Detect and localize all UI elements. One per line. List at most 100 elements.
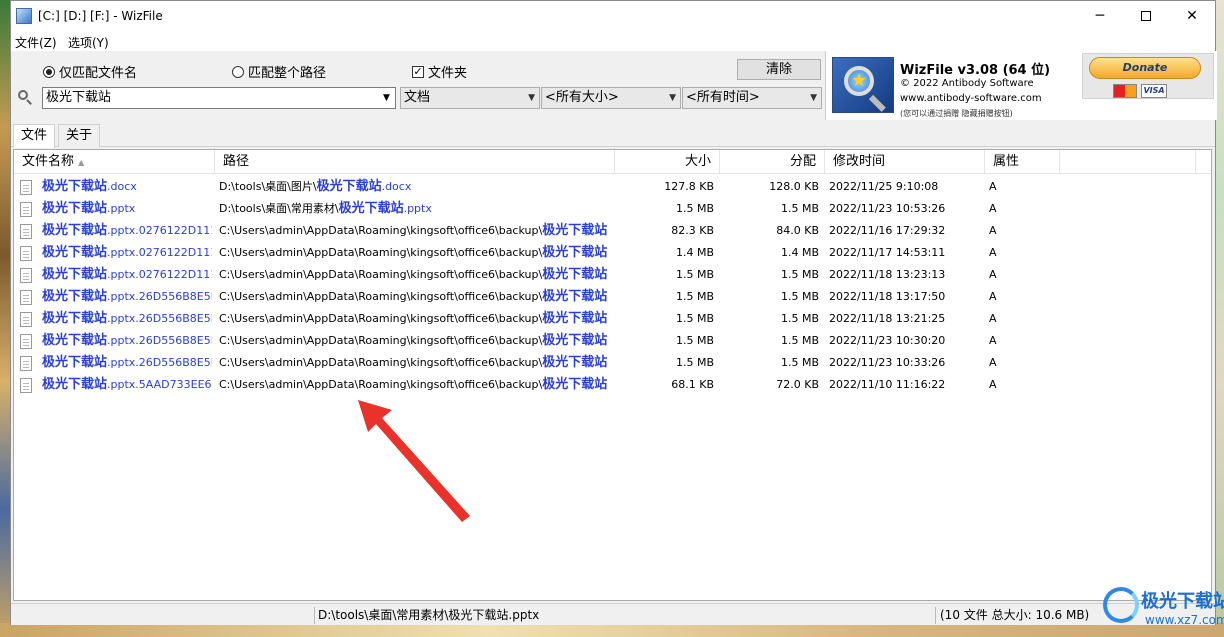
copyright-text: © 2022 Antibody Software: [900, 78, 1034, 89]
list-header: 文件名称 ▲ 路径 大小 分配 修改时间 属性: [14, 150, 1211, 174]
watermark-logo-icon: [1103, 587, 1139, 623]
donate-area: Donate VISA: [1082, 53, 1214, 99]
row-attr: A: [989, 224, 997, 237]
donate-button[interactable]: Donate: [1089, 57, 1201, 79]
row-size: 1.5 MB: [675, 312, 714, 325]
search-panel: 仅匹配文件名 匹配整个路径 ✓ 文件夹 清除 极光下载站 ▼ 文档 ▼ <所有大…: [11, 51, 824, 120]
row-modified: 2022/11/16 17:29:32: [829, 224, 946, 237]
type-filter-value: 文档: [404, 90, 431, 105]
row-name: 极光下载站.pptx.0276122D111: [42, 267, 212, 282]
document-icon: [20, 202, 32, 217]
maximize-button[interactable]: [1123, 1, 1169, 32]
row-path: D:\tools\桌面\常用素材\极光下载站.pptx: [219, 201, 432, 216]
time-filter-value: <所有时间>: [686, 90, 760, 105]
title-bar[interactable]: [C:] [D:] [F:] - WizFile ─ ✕: [11, 1, 1215, 32]
clear-button[interactable]: 清除: [737, 59, 821, 80]
row-name: 极光下载站.pptx.26D556B8E5E: [42, 355, 212, 370]
table-row[interactable]: 极光下载站.docx D:\tools\桌面\图片\极光下载站.docx 127.8…: [14, 176, 1211, 198]
time-filter-select[interactable]: <所有时间> ▼: [682, 87, 822, 109]
results-list[interactable]: 文件名称 ▲ 路径 大小 分配 修改时间 属性 极光下载站.docx D:\too…: [13, 149, 1212, 601]
checkmark-icon: ✓: [412, 64, 424, 78]
column-modified-header[interactable]: 修改时间: [825, 150, 985, 174]
column-alloc-header[interactable]: 分配: [720, 150, 825, 174]
column-name-header[interactable]: 文件名称 ▲: [14, 150, 215, 174]
watermark: 极光下载站 www.xz7.com: [1103, 583, 1224, 633]
column-filler-header: [1060, 150, 1196, 174]
table-row[interactable]: 极光下载站.pptx.26D556B8E5E C:\Users\admin\App…: [14, 286, 1211, 308]
folders-label: 文件夹: [428, 66, 468, 81]
table-row[interactable]: 极光下载站.pptx.26D556B8E5E C:\Users\admin\App…: [14, 330, 1211, 352]
row-name: 极光下载站.pptx.26D556B8E5E: [42, 289, 212, 304]
document-icon: [20, 378, 32, 393]
column-attr-header[interactable]: 属性: [985, 150, 1060, 174]
type-filter-select[interactable]: 文档 ▼: [400, 87, 540, 109]
menu-bar: 文件(Z) 选项(Y): [11, 32, 1215, 51]
chevron-down-icon: ▼: [528, 93, 535, 103]
sort-ascending-icon: ▲: [78, 158, 85, 167]
wizfile-logo-icon: ★: [832, 57, 894, 113]
row-alloc: 1.4 MB: [780, 246, 819, 259]
row-alloc: 84.0 KB: [776, 224, 819, 237]
search-input[interactable]: 极光下载站: [42, 87, 379, 109]
row-modified: 2022/11/23 10:53:26: [829, 202, 946, 215]
column-path-header[interactable]: 路径: [215, 150, 615, 174]
window-title: [C:] [D:] [F:] - WizFile: [38, 9, 163, 23]
row-alloc: 1.5 MB: [780, 334, 819, 347]
chevron-down-icon: ▼: [810, 93, 817, 103]
row-modified: 2022/11/10 11:16:22: [829, 378, 946, 391]
match-path-radio[interactable]: 匹配整个路径: [232, 62, 326, 81]
document-icon: [20, 246, 32, 261]
row-path: C:\Users\admin\AppData\Roaming\kingsoft\…: [219, 267, 608, 282]
row-size: 1.5 MB: [675, 356, 714, 369]
donate-note: (您可以通过捐赠 隐藏捐赠按钮): [900, 109, 1013, 118]
table-row[interactable]: 极光下载站.pptx.0276122D111 C:\Users\admin\App…: [14, 242, 1211, 264]
row-attr: A: [989, 246, 997, 259]
row-attr: A: [989, 290, 997, 303]
info-panel: ★ WizFile v3.08 (64 位) © 2022 Antibody S…: [825, 51, 1217, 120]
table-row[interactable]: 极光下载站.pptx.0276122D111 C:\Users\admin\App…: [14, 220, 1211, 242]
table-row[interactable]: 极光下载站.pptx.5AAD733EE6 C:\Users\admin\AppD…: [14, 374, 1211, 396]
visa-icon: VISA: [1141, 84, 1167, 98]
menu-file[interactable]: 文件(Z): [15, 34, 57, 51]
document-icon: [20, 356, 32, 371]
table-row[interactable]: 极光下载站.pptx D:\tools\桌面\常用素材\极光下载站.pptx 1.5…: [14, 198, 1211, 220]
maximize-icon: [1141, 11, 1151, 21]
row-path: C:\Users\admin\AppData\Roaming\kingsoft\…: [219, 245, 608, 260]
match-filename-label: 仅匹配文件名: [59, 66, 138, 81]
tab-bar: 文件 关于: [11, 120, 1215, 148]
minimize-button[interactable]: ─: [1077, 1, 1123, 32]
search-history-dropdown[interactable]: ▼: [378, 87, 396, 109]
size-filter-select[interactable]: <所有大小> ▼: [541, 87, 681, 109]
row-name: 极光下载站.pptx: [42, 201, 136, 216]
row-alloc: 1.5 MB: [780, 268, 819, 281]
column-size-header[interactable]: 大小: [615, 150, 720, 174]
menu-options[interactable]: 选项(Y): [68, 34, 109, 51]
close-button[interactable]: ✕: [1169, 1, 1215, 32]
watermark-name: 极光下载站: [1141, 591, 1224, 612]
row-name: 极光下载站.pptx.5AAD733EE6: [42, 377, 212, 392]
app-version-title: WizFile v3.08 (64 位): [900, 63, 1051, 78]
table-row[interactable]: 极光下载站.pptx.26D556B8E5E C:\Users\admin\App…: [14, 352, 1211, 374]
tab-about[interactable]: 关于: [58, 124, 101, 147]
status-bar: D:\tools\桌面\常用素材\极光下载站.pptx (10 文件 总大小: …: [11, 603, 1215, 625]
match-filename-radio[interactable]: 仅匹配文件名: [43, 62, 137, 81]
document-icon: [20, 224, 32, 239]
desktop-background-bottom: [0, 623, 1224, 637]
document-icon: [20, 268, 32, 283]
row-attr: A: [989, 378, 997, 391]
chevron-down-icon: ▼: [383, 93, 390, 103]
row-modified: 2022/11/23 10:30:20: [829, 334, 946, 347]
desktop-background-right: [1216, 0, 1224, 637]
table-row[interactable]: 极光下载站.pptx.0276122D111 C:\Users\admin\App…: [14, 264, 1211, 286]
folders-checkbox[interactable]: ✓ 文件夹: [412, 62, 467, 81]
document-icon: [20, 180, 32, 195]
row-alloc: 1.5 MB: [780, 290, 819, 303]
row-attr: A: [989, 312, 997, 325]
status-summary: (10 文件 总大小: 10.6 MB): [940, 608, 1090, 622]
tab-files[interactable]: 文件: [13, 124, 56, 148]
table-row[interactable]: 极光下载站.pptx.26D556B8E5E C:\Users\admin\App…: [14, 308, 1211, 330]
website-link[interactable]: www.antibody-software.com: [900, 93, 1042, 104]
row-alloc: 72.0 KB: [776, 378, 819, 391]
document-icon: [20, 312, 32, 327]
size-filter-value: <所有大小>: [545, 90, 619, 105]
